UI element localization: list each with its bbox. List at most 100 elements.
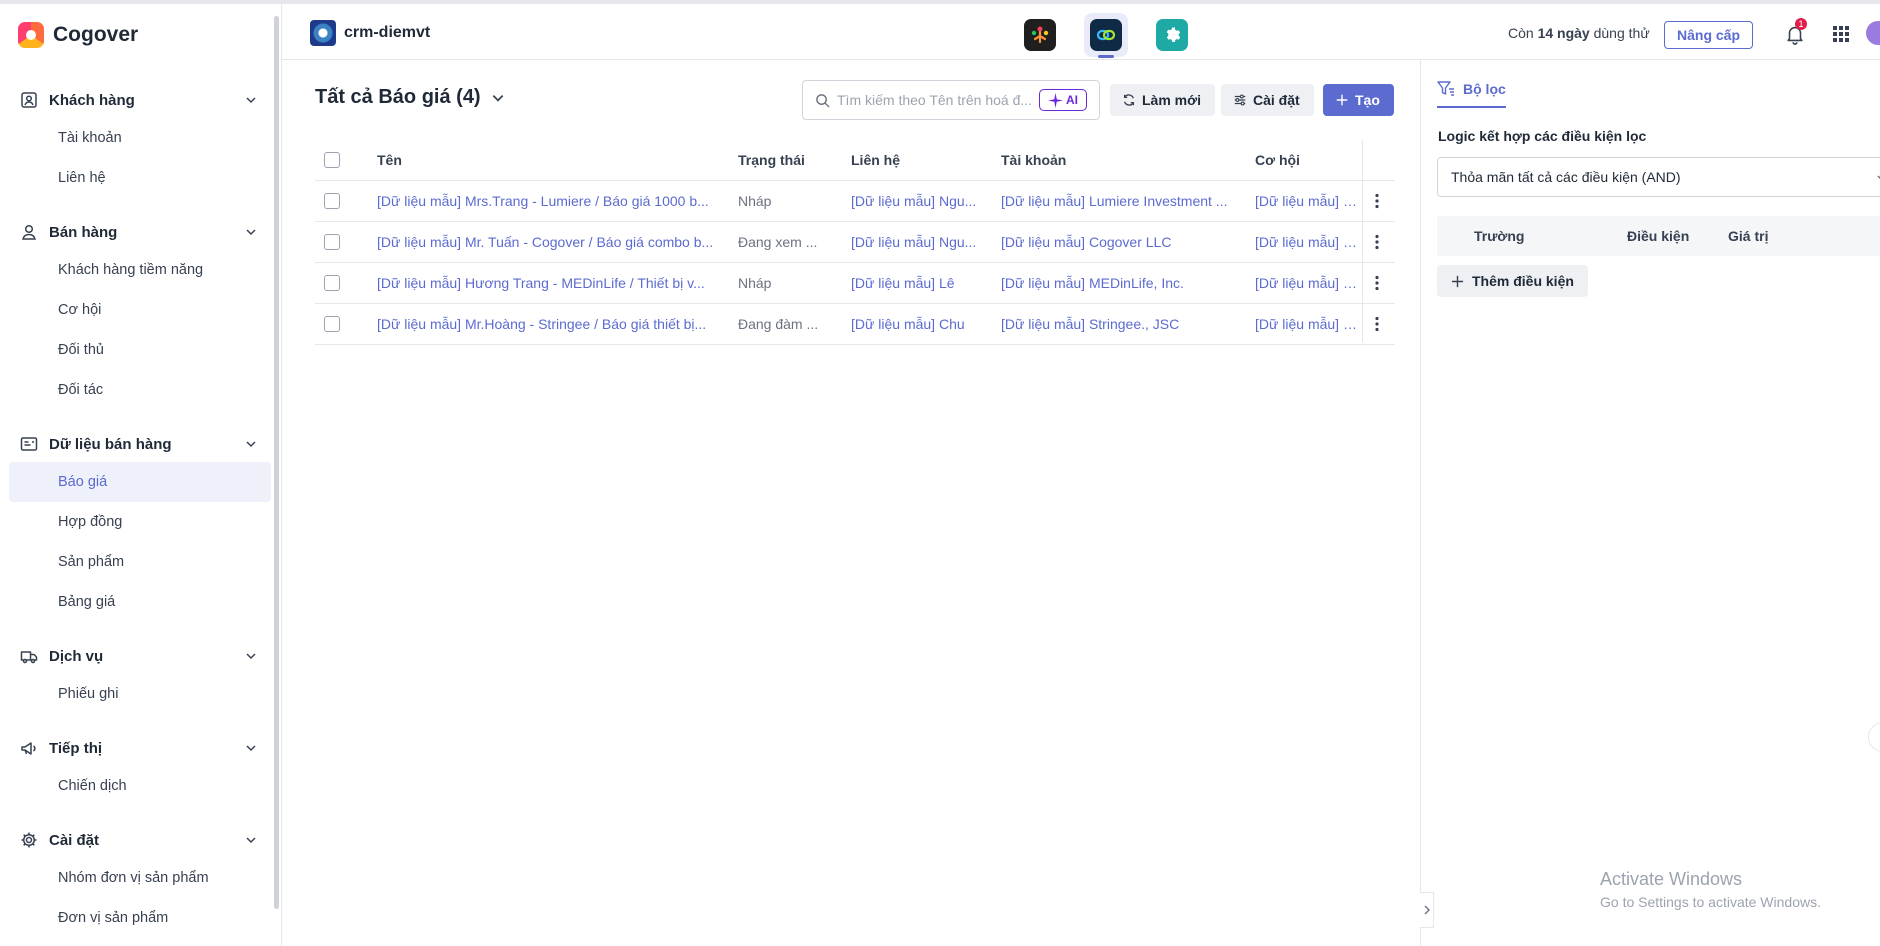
main-content: Tất cả Báo giá (4) AI Làm mới Cài đặt Tạ… xyxy=(282,60,1420,946)
row-select-cell xyxy=(315,275,377,291)
chevron-down-icon[interactable] xyxy=(245,438,257,450)
table-row[interactable]: [Dữ liệu mẫu] Hương Trang - MEDinLife / … xyxy=(315,263,1395,304)
sidebar-item-san-pham[interactable]: Sản phẩm xyxy=(9,542,271,582)
cell-name[interactable]: [Dữ liệu mẫu] Mrs.Trang - Lumiere / Báo … xyxy=(377,193,738,209)
cell-name[interactable]: [Dữ liệu mẫu] Mr.Hoàng - Stringee / Báo … xyxy=(377,316,738,332)
select-all-checkbox[interactable] xyxy=(324,152,340,168)
nav-group-label: Bán hàng xyxy=(49,223,118,241)
sidebar-item-co-hoi[interactable]: Cơ hội xyxy=(9,290,271,330)
workspace-switcher[interactable]: crm-diemvt xyxy=(310,20,430,46)
chevron-down-icon[interactable] xyxy=(245,834,257,846)
row-more-button[interactable] xyxy=(1367,314,1387,334)
filter-tab-label: Bộ lọc xyxy=(1463,81,1506,97)
sidebar-item-khach-hang-tiem-nang[interactable]: Khách hàng tiềm năng xyxy=(9,250,271,290)
nav-group-header-cai-dat[interactable]: Cài đặt xyxy=(0,822,281,858)
row-checkbox[interactable] xyxy=(324,316,340,332)
ai-search-button[interactable]: AI xyxy=(1039,89,1087,111)
nav-group-header-khach-hang[interactable]: Khách hàng xyxy=(0,82,281,118)
activation-title: Activate Windows xyxy=(1600,869,1743,889)
upgrade-button[interactable]: Nâng cấp xyxy=(1664,21,1754,49)
collapse-panel-button[interactable] xyxy=(1420,892,1434,928)
table-row[interactable]: [Dữ liệu mẫu] Mrs.Trang - Lumiere / Báo … xyxy=(315,181,1395,222)
filter-icon xyxy=(1437,81,1454,96)
filter-logic-select[interactable]: Thỏa mãn tất cả các điều kiện (AND) xyxy=(1437,157,1880,197)
sidebar-scrollbar[interactable] xyxy=(274,16,279,909)
workspace-name: crm-diemvt xyxy=(344,24,431,41)
chevron-down-icon xyxy=(492,94,503,102)
page-title: Tất cả Báo giá (4) xyxy=(315,86,481,108)
sidebar-item-don-vi-san-pham[interactable]: Đơn vị sản phẩm xyxy=(9,898,271,938)
sidebar-item-bang-gia[interactable]: Bảng giá xyxy=(9,582,271,622)
crm-app-button[interactable] xyxy=(1084,13,1128,58)
cell-contact[interactable]: [Dữ liệu mẫu] Ngu... xyxy=(851,193,1001,209)
sidebar-item-doi-tac[interactable]: Đối tác xyxy=(9,370,271,410)
cell-contact[interactable]: [Dữ liệu mẫu] Ngu... xyxy=(851,234,1001,250)
create-button[interactable]: Tạo xyxy=(1323,84,1394,116)
row-checkbox[interactable] xyxy=(324,193,340,209)
cell-account[interactable]: [Dữ liệu mẫu] Lumiere Investment ... xyxy=(1001,193,1255,209)
search-icon xyxy=(816,93,830,108)
settings-label: Cài đặt xyxy=(1253,92,1300,108)
cell-account[interactable]: [Dữ liệu mẫu] Stringee., JSC xyxy=(1001,316,1255,332)
cell-opportunity[interactable]: [Dữ liệu mẫu] Hươ xyxy=(1255,275,1373,291)
chevron-down-icon[interactable] xyxy=(245,742,257,754)
people-tree-icon xyxy=(1024,19,1056,51)
chevron-down-icon[interactable] xyxy=(245,94,257,106)
row-more-button[interactable] xyxy=(1367,273,1387,293)
select-all-cell xyxy=(315,152,377,168)
brand-logo[interactable]: Cogover xyxy=(0,4,281,66)
view-selector[interactable]: Tất cả Báo giá (4) xyxy=(315,86,505,109)
row-checkbox[interactable] xyxy=(324,234,340,250)
sidebar-item-phieu-ghi[interactable]: Phiếu ghi xyxy=(9,674,271,714)
gear-icon xyxy=(1156,19,1188,51)
row-checkbox[interactable] xyxy=(324,275,340,291)
column-header-tai-khoan[interactable]: Tài khoản xyxy=(1001,152,1255,168)
sidebar-item-tai-khoan[interactable]: Tài khoản xyxy=(9,118,271,158)
row-select-cell xyxy=(315,193,377,209)
cell-contact[interactable]: [Dữ liệu mẫu] Chu xyxy=(851,316,1001,332)
cell-account[interactable]: [Dữ liệu mẫu] Cogover LLC xyxy=(1001,234,1255,250)
sidebar-item-doi-thu[interactable]: Đối thủ xyxy=(9,330,271,370)
chevron-down-icon[interactable] xyxy=(245,650,257,662)
sidebar-item-lien-he[interactable]: Liên hệ xyxy=(9,158,271,198)
table-row[interactable]: [Dữ liệu mẫu] Mr.Hoàng - Stringee / Báo … xyxy=(315,304,1395,345)
cell-account[interactable]: [Dữ liệu mẫu] MEDinLife, Inc. xyxy=(1001,275,1255,291)
app-1-button[interactable] xyxy=(1018,13,1062,57)
user-avatar[interactable] xyxy=(1866,21,1880,45)
chevron-right-icon xyxy=(1424,905,1430,915)
chevron-down-icon[interactable] xyxy=(245,226,257,238)
column-header-co-hoi[interactable]: Cơ hội xyxy=(1255,152,1373,168)
cell-name[interactable]: [Dữ liệu mẫu] Hương Trang - MEDinLife / … xyxy=(377,275,738,291)
sidebar-item-nhom-don-vi-san-pham[interactable]: Nhóm đơn vị sản phẩm xyxy=(9,858,271,898)
sales-person-icon xyxy=(22,224,36,240)
nav-group-header-dich-vu[interactable]: Dịch vụ xyxy=(0,638,281,674)
column-header-lien-he[interactable]: Liên hệ xyxy=(851,152,1001,168)
cell-name[interactable]: [Dữ liệu mẫu] Mr. Tuấn - Cogover / Báo g… xyxy=(377,234,738,250)
apps-grid-icon[interactable] xyxy=(1832,25,1850,43)
tab-filter[interactable]: Bộ lọc xyxy=(1437,80,1506,108)
sidebar-item-hop-dong[interactable]: Hợp đồng xyxy=(9,502,271,542)
plus-icon xyxy=(1336,94,1348,106)
cell-status: Đang xem ... xyxy=(738,234,818,250)
row-more-button[interactable] xyxy=(1367,191,1387,211)
column-header-ten[interactable]: Tên xyxy=(377,152,738,168)
add-condition-button[interactable]: Thêm điều kiện xyxy=(1437,265,1588,297)
refresh-button[interactable]: Làm mới xyxy=(1110,84,1215,116)
settings-app-button[interactable] xyxy=(1150,13,1194,57)
sidebar-item-bao-gia[interactable]: Báo giá xyxy=(9,462,271,502)
cell-opportunity[interactable]: [Dữ liệu mẫu] Mr.H xyxy=(1255,316,1373,332)
cell-contact[interactable]: [Dữ liệu mẫu] Lê xyxy=(851,275,1001,291)
column-header-trang-thai[interactable]: Trạng thái xyxy=(738,152,851,168)
nav-group-header-du-lieu-ban-hang[interactable]: Dữ liệu bán hàng xyxy=(0,426,281,462)
sidebar-item-chien-dich[interactable]: Chiến dịch xyxy=(9,766,271,806)
cell-opportunity[interactable]: [Dữ liệu mẫu] Mrs. xyxy=(1255,193,1373,209)
settings-button[interactable]: Cài đặt xyxy=(1221,84,1314,116)
nav-group-header-tiep-thi[interactable]: Tiếp thị xyxy=(0,730,281,766)
nav-group-header-ban-hang[interactable]: Bán hàng xyxy=(0,214,281,250)
cell-opportunity[interactable]: [Dữ liệu mẫu] Mr.B xyxy=(1255,234,1373,250)
add-condition-label: Thêm điều kiện xyxy=(1472,273,1574,289)
search-input[interactable] xyxy=(837,92,1033,108)
more-vertical-icon xyxy=(1375,234,1379,250)
row-more-button[interactable] xyxy=(1367,232,1387,252)
table-row[interactable]: [Dữ liệu mẫu] Mr. Tuấn - Cogover / Báo g… xyxy=(315,222,1395,263)
